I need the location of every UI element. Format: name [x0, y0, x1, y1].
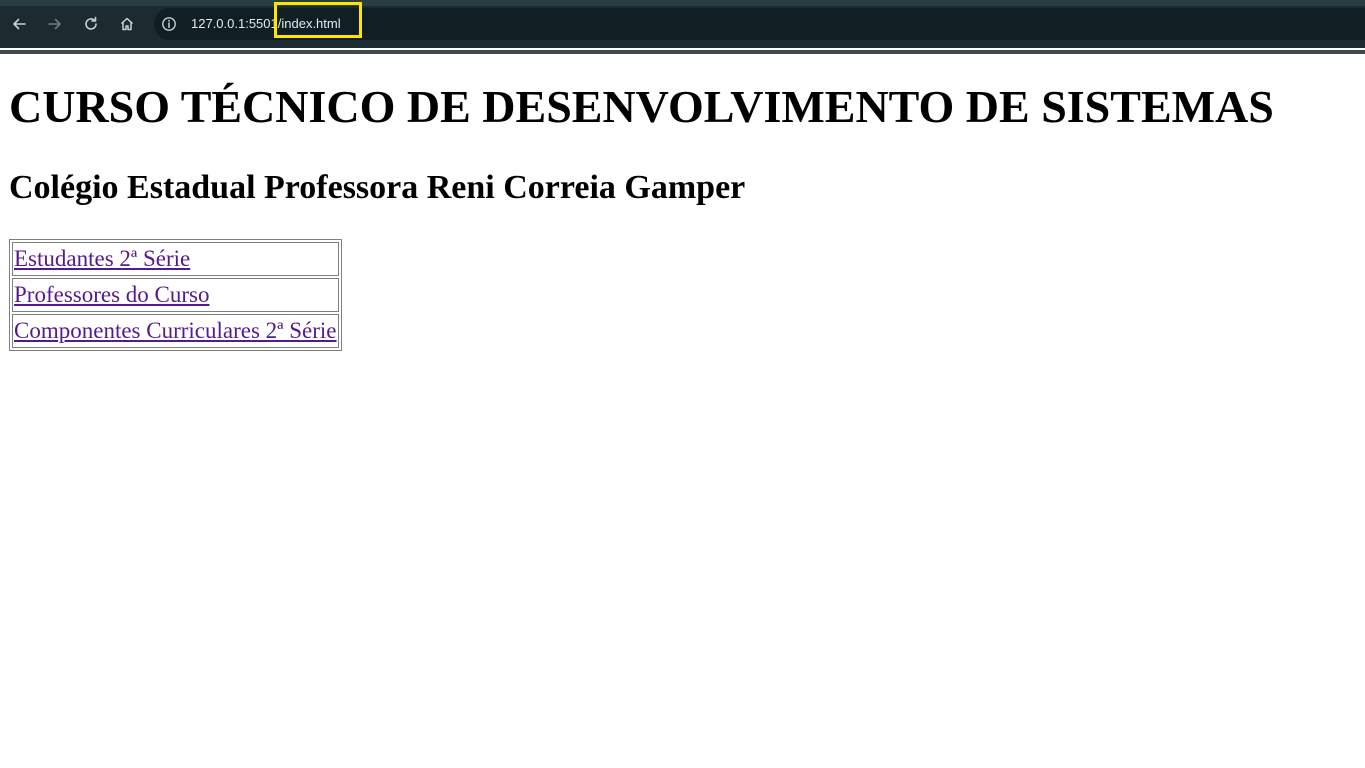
arrow-left-icon	[13, 18, 26, 30]
table-row: Componentes Curriculares 2ª Série	[12, 314, 339, 348]
url-host: 127.0.0.1:5501	[191, 16, 278, 31]
browser-toolbar: 127.0.0.1:5501/index.html	[0, 0, 1365, 54]
arrow-right-icon	[48, 18, 61, 30]
page-subtitle: Colégio Estadual Professora Reni Correia…	[9, 169, 746, 206]
home-button[interactable]	[115, 12, 139, 36]
info-icon[interactable]	[161, 16, 177, 32]
home-icon	[120, 17, 134, 31]
table-cell: Estudantes 2ª Série	[12, 242, 339, 276]
link-componentes[interactable]: Componentes Curriculares 2ª Série	[14, 318, 337, 343]
back-button[interactable]	[7, 12, 31, 36]
url-highlight-box	[274, 2, 362, 38]
forward-button[interactable]	[43, 12, 67, 36]
link-estudantes[interactable]: Estudantes 2ª Série	[14, 246, 190, 271]
links-table: Estudantes 2ª Série Professores do Curso…	[9, 239, 342, 351]
table-row: Estudantes 2ª Série	[12, 242, 339, 276]
reload-button[interactable]	[79, 12, 103, 36]
page-title: CURSO TÉCNICO DE DESENVOLVIMENTO DE SIST…	[9, 81, 1274, 132]
page-content: CURSO TÉCNICO DE DESENVOLVIMENTO DE SIST…	[0, 48, 1365, 768]
table-row: Professores do Curso	[12, 278, 339, 312]
table-cell: Componentes Curriculares 2ª Série	[12, 314, 339, 348]
reload-icon	[85, 16, 97, 30]
link-professores[interactable]: Professores do Curso	[14, 282, 210, 307]
table-cell: Professores do Curso	[12, 278, 339, 312]
